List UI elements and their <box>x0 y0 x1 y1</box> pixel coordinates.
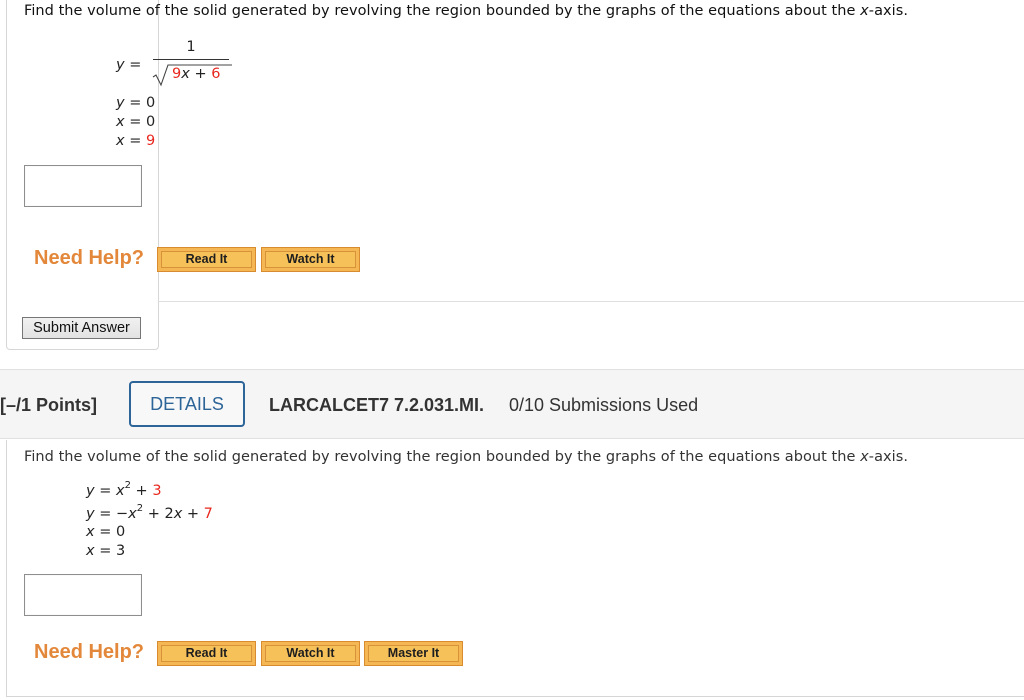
question-code: LARCALCET7 7.2.031.MI. <box>269 395 485 415</box>
eq-exponent: 2 <box>136 503 144 514</box>
equation-4: x = 9 <box>116 132 155 151</box>
equation-3: x = 0 <box>116 113 155 132</box>
eq-var-x: x <box>115 483 125 499</box>
eq-rhs: = 0 <box>129 114 156 130</box>
eq-equals: = <box>129 133 146 149</box>
eq-equals: = <box>94 483 116 499</box>
eq-operator: + <box>130 483 153 499</box>
eq-var: x <box>86 543 95 559</box>
eq-equals: = <box>129 57 142 73</box>
eq-var: y <box>86 506 95 522</box>
radicand-coefficient: 9 <box>172 66 182 82</box>
eq-exponent: 2 <box>124 480 131 491</box>
eq-operator: + 2 <box>143 506 174 522</box>
eq-var-x: x <box>128 506 137 522</box>
equation-1-numerator: 1 <box>186 39 196 55</box>
prompt-text-end: -axis. <box>868 3 908 19</box>
details-button[interactable]: DETAILS <box>129 381 245 427</box>
prompt-text: Find the volume of the solid generated b… <box>24 3 861 19</box>
equation-1-radicand: 9x + 6 <box>172 65 220 84</box>
question-2-prompt: Find the volume of the solid generated b… <box>24 449 908 465</box>
prompt-variable: x <box>860 3 869 19</box>
eq-var: x <box>116 114 125 130</box>
fraction-bar <box>153 59 229 60</box>
q2-equation-1: y = x2 + 3 <box>86 480 162 502</box>
need-help-label-2: Need Help? <box>34 641 145 663</box>
eq-operator-2: + <box>182 506 204 522</box>
read-it-button-2[interactable]: Read It <box>157 641 256 666</box>
eq-equals: = − <box>94 506 129 522</box>
need-help-label: Need Help? <box>34 247 145 269</box>
eq-var: x <box>86 524 95 540</box>
frame-mask <box>159 302 1024 352</box>
read-it-button[interactable]: Read It <box>157 247 256 272</box>
question-1-answer-input[interactable] <box>24 165 142 207</box>
question-2-answer-input[interactable] <box>24 574 142 616</box>
radicand-constant: 6 <box>211 66 221 82</box>
radicand-operator: + <box>194 66 207 82</box>
watch-it-button[interactable]: Watch It <box>261 247 360 272</box>
master-it-button[interactable]: Master It <box>364 641 463 666</box>
prompt-text-end: -axis. <box>868 449 908 465</box>
prompt-variable: x <box>860 449 869 465</box>
eq-constant: 3 <box>152 483 162 499</box>
equation-1-lhs: y = <box>116 56 141 75</box>
q2-equation-3: x = 0 <box>86 523 125 542</box>
q2-equation-2: y = −x2 + 2x + 7 <box>86 503 213 525</box>
submissions-used: 0/10 Submissions Used <box>509 395 699 415</box>
eq-value: 9 <box>145 133 156 149</box>
question-1-prompt: Find the volume of the solid generated b… <box>24 3 908 19</box>
eq-constant: 7 <box>203 506 213 522</box>
eq-var: y <box>86 483 95 499</box>
eq-rhs: = 3 <box>94 543 126 559</box>
submit-answer-button[interactable]: Submit Answer <box>22 317 141 339</box>
eq-var: x <box>116 133 125 149</box>
eq-rhs: = 0 <box>129 95 156 111</box>
eq-var-x2: x <box>173 506 183 522</box>
equation-2: y = 0 <box>116 94 155 113</box>
watch-it-button-2[interactable]: Watch It <box>261 641 360 666</box>
q2-equation-4: x = 3 <box>86 542 125 561</box>
prompt-text: Find the volume of the solid generated b… <box>24 449 861 465</box>
eq-rhs: = 0 <box>94 524 126 540</box>
radicand-variable: x <box>181 66 190 82</box>
divider <box>158 301 1024 302</box>
eq-var: y <box>116 57 125 73</box>
eq-var: y <box>116 95 125 111</box>
points-label: [–/1 Points] <box>0 395 98 415</box>
